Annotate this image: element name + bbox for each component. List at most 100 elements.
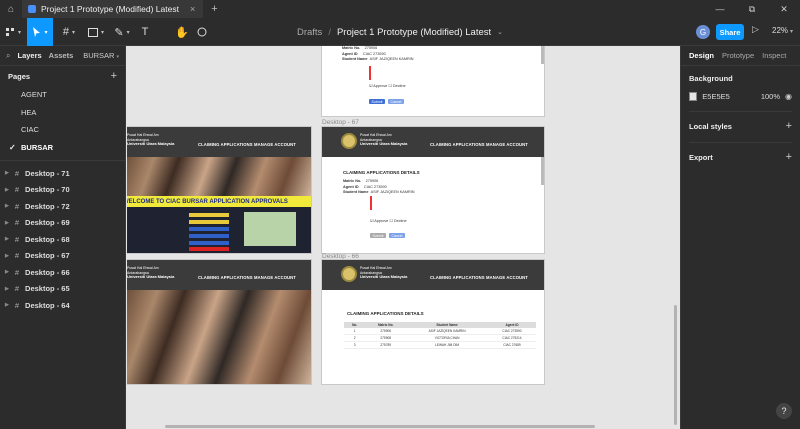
nav-claiming[interactable]: CLAIMING APPLICATIONS [198,275,253,280]
layer-item[interactable]: ▶ # Desktop - 72 [0,198,125,215]
nav-manage-account[interactable]: MANAGE ACCOUNT [486,142,528,147]
canvas-vertical-scrollbar[interactable] [674,305,677,425]
menu-item[interactable] [189,220,229,224]
decline-option[interactable]: Decline [393,84,406,88]
right-panel-tabs: Design Prototype Inspect [681,46,800,66]
zoom-menu[interactable]: 22% ▾ [772,26,793,35]
tab-inspect[interactable]: Inspect [762,51,786,60]
present-play-icon[interactable]: ▷ [752,24,759,35]
menu-item[interactable] [189,234,229,238]
text-icon: T [141,26,149,38]
nav-manage-account[interactable]: MANAGE ACCOUNT [254,142,296,147]
file-name[interactable]: Project 1 Prototype (Modified) Latest [337,27,491,38]
chevron-right-icon[interactable]: ▶ [5,269,9,275]
chevron-right-icon[interactable]: ▶ [5,286,9,292]
minimize-icon[interactable]: — [704,0,736,18]
page-item-hea[interactable]: HEA [0,104,125,122]
main-menu-button[interactable]: ▾ [0,18,26,46]
frame-scrollbar[interactable] [541,157,544,185]
frame-desktop-66[interactable]: Pusat Hal Ehwal Am Antarabangsa Universiti… [322,260,544,384]
approve-option[interactable]: Approve [373,84,387,88]
comment-tool-button[interactable] [193,18,211,46]
pages-header: Pages + [0,66,125,86]
chevron-right-icon[interactable]: ▶ [5,236,9,242]
chevron-right-icon[interactable]: ▶ [5,220,9,226]
nav-manage-account[interactable]: MANAGE ACCOUNT [254,275,296,280]
new-tab-button[interactable]: + [211,3,217,15]
chevron-right-icon[interactable]: ▶ [5,302,9,308]
color-swatch[interactable] [689,92,698,101]
layer-item[interactable]: ▶ # Desktop - 68 [0,231,125,248]
approval-options[interactable]: ☑ Approve ☐ Decline [370,219,407,225]
page-item-agent[interactable]: AGENT [0,86,125,104]
menu-item[interactable] [189,241,229,245]
layer-item[interactable]: ▶ # Desktop - 71 [0,165,125,182]
maximize-icon[interactable]: ⧉ [736,0,768,18]
chevron-right-icon[interactable]: ▶ [5,203,9,209]
pen-tool-button[interactable]: ✎ ▾ [109,18,135,46]
table-row[interactable]: 2 275908 VICTORIA CHAN CIAC 275214 [344,334,536,342]
canvas[interactable]: Pusat Hal Ehwal Am Antarabangsa Universiti… [127,46,680,429]
move-tool-button[interactable]: ▾ [27,18,53,46]
tab-prototype[interactable]: Prototype [722,51,754,60]
chevron-right-icon[interactable]: ▶ [5,253,9,259]
nav-claiming[interactable]: CLAIMING APPLICATIONS [430,142,485,147]
page-item-ciac[interactable]: CIAC [0,121,125,139]
decline-option[interactable]: Decline [394,219,407,223]
layer-item[interactable]: ▶ # Desktop - 69 [0,215,125,232]
layer-item[interactable]: ▶ # Desktop - 70 [0,182,125,199]
tab-design[interactable]: Design [689,51,714,60]
tab-layers[interactable]: Layers [17,51,41,60]
page-item-bursar[interactable]: ✓ BURSAR [0,139,125,157]
canvas-horizontal-scrollbar[interactable] [165,425,595,428]
drafts-link[interactable]: Drafts [297,27,322,38]
add-page-icon[interactable]: + [111,70,117,82]
approve-option[interactable]: Approve [374,219,388,223]
text-tool-button[interactable]: T [135,18,155,46]
menu-item[interactable] [189,227,229,231]
nav-manage-account[interactable]: MANAGE ACCOUNT [486,275,528,280]
submit-button[interactable]: Submit [369,99,385,104]
frame-scrollbar[interactable] [541,46,544,64]
background-hex-input[interactable]: E5E5E5 [702,92,730,101]
layer-item[interactable]: ▶ # Desktop - 65 [0,281,125,298]
layer-item[interactable]: ▶ # Desktop - 66 [0,264,125,281]
menu-item[interactable] [189,213,229,217]
frame-tool-button[interactable]: # ▾ [56,18,82,46]
close-tab-icon[interactable]: × [190,4,195,14]
close-window-icon[interactable]: ✕ [768,0,800,18]
add-style-icon[interactable]: + [786,120,792,132]
menu-item[interactable] [189,247,229,251]
avatar[interactable]: G [696,25,710,39]
eye-icon[interactable]: ◉ [785,92,792,101]
submit-button[interactable]: Submit [370,233,386,238]
file-tab[interactable]: Project 1 Prototype (Modified) Latest × [22,0,204,18]
layer-item[interactable]: ▶ # Desktop - 64 [0,297,125,314]
shape-tool-button[interactable]: ▾ [83,18,109,46]
nav-claiming[interactable]: CLAIMING APPLICATIONS [430,275,485,280]
page-selector[interactable]: BURSAR ▾ [83,51,119,60]
share-button[interactable]: Share [716,24,744,40]
approval-options[interactable]: ☑ Approve ☐ Decline [369,84,406,90]
cancel-button[interactable]: Cancel [388,99,404,104]
tab-assets[interactable]: Assets [49,51,74,60]
chevron-right-icon[interactable]: ▶ [5,187,9,193]
nav-claiming[interactable]: CLAIMING APPLICATIONS [198,142,253,147]
opacity-input[interactable]: 100% [761,92,780,101]
frame-desktop-71[interactable]: Pusat Hal Ehwal Am Antarabangsa Universiti… [127,127,311,253]
frame-label[interactable]: Desktop - 67 [322,119,359,126]
add-export-icon[interactable]: + [786,151,792,163]
hand-tool-button[interactable]: ✋ [173,18,191,46]
cancel-button[interactable]: Cancel [389,233,405,238]
table-row[interactable]: 3 275789 LEWAH JIM DIM CIAC 27689 [344,341,536,349]
help-button[interactable]: ? [776,403,792,419]
frame-desktop-68[interactable]: Matric No. 275906 Agent ID CIAC 273590 S… [322,46,544,116]
chevron-down-icon[interactable]: ⌄ [497,28,503,36]
chevron-right-icon[interactable]: ▶ [5,170,9,176]
frame-desktop-67[interactable]: Pusat Hal Ehwal Am Antarabangsa Universiti… [322,127,544,253]
frame-label[interactable]: Desktop - 66 [322,253,359,260]
layer-item[interactable]: ▶ # Desktop - 67 [0,248,125,265]
frame-desktop-70[interactable]: Pusat Hal Ehwal Am Antarabangsa Universiti… [127,260,311,384]
home-icon[interactable]: ⌂ [0,0,22,18]
search-icon[interactable]: ⌕ [6,51,10,61]
